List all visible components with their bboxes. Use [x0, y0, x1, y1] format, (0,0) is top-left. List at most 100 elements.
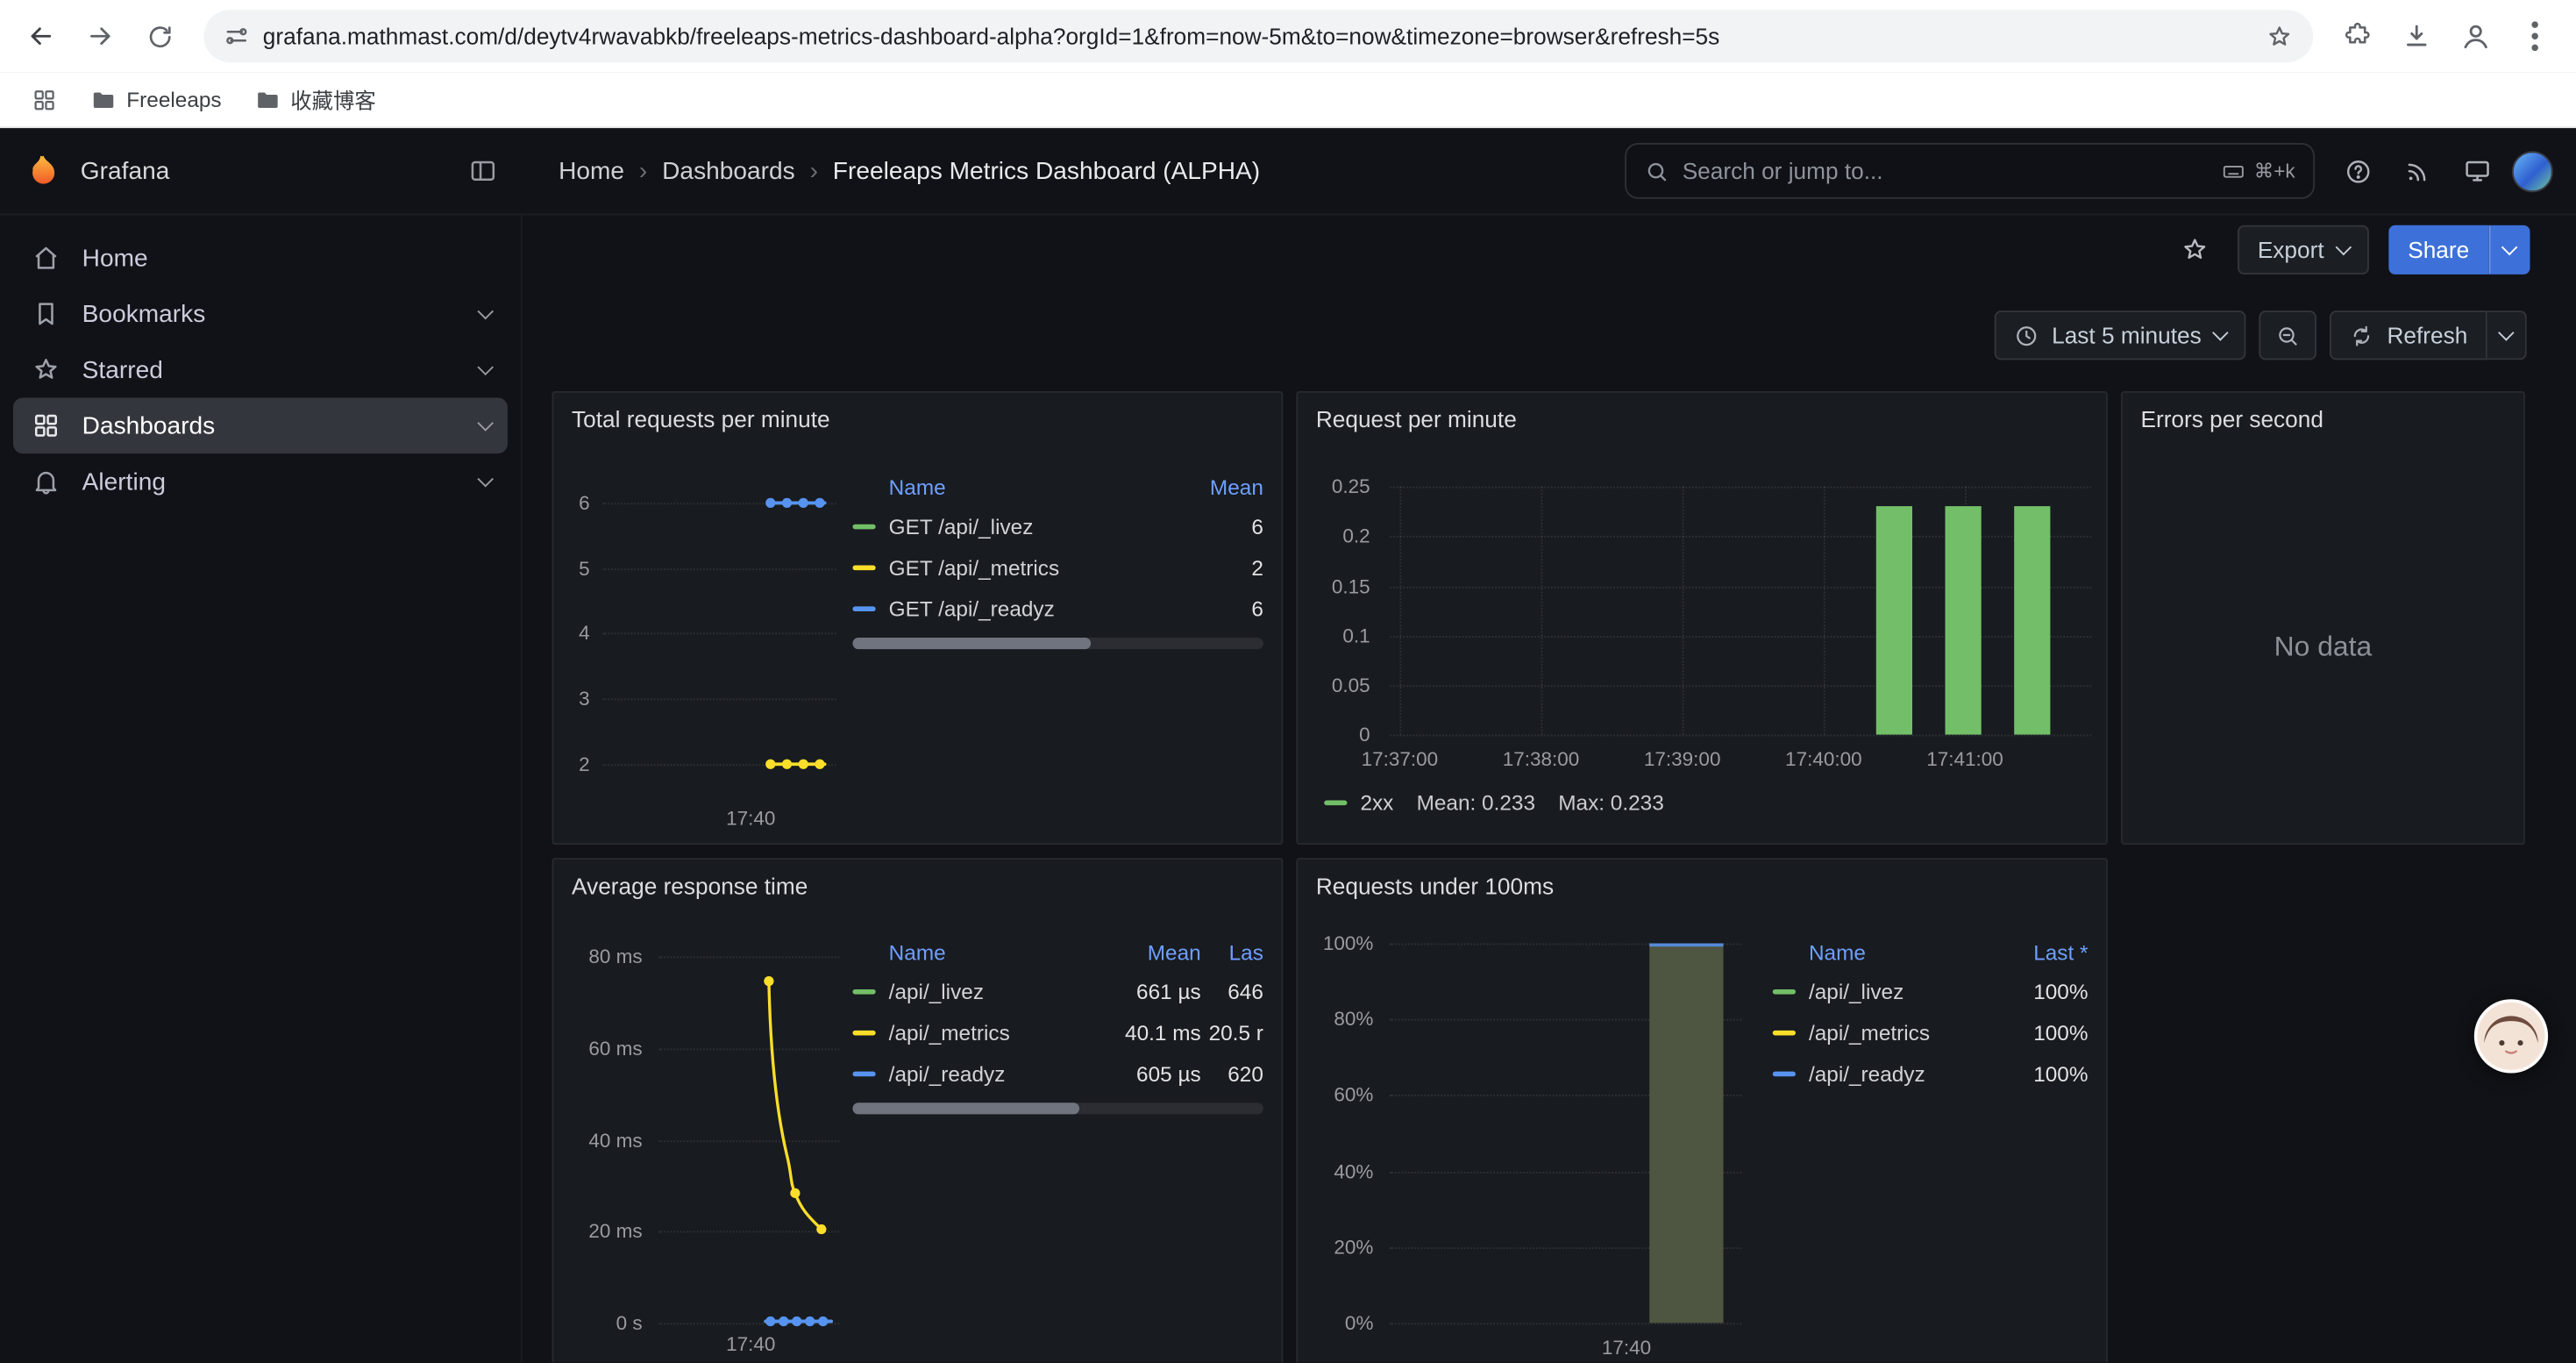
- gridline: [1390, 587, 2091, 589]
- search-shortcut: ⌘+k: [2221, 159, 2295, 183]
- bookmark-folder-blogs[interactable]: 收藏博客: [239, 77, 390, 122]
- legend-header-last[interactable]: Last *: [2006, 939, 2089, 964]
- sidebar-item-home[interactable]: Home: [13, 230, 508, 286]
- profile-button[interactable]: [2448, 8, 2504, 64]
- series-last: 100%: [2006, 1021, 2089, 1045]
- search-icon: [1645, 159, 1669, 183]
- grafana-brand-title: Grafana: [81, 157, 170, 185]
- share-dropdown-button[interactable]: [2489, 225, 2530, 275]
- bar-100-percent: [1649, 944, 1723, 1324]
- legend-scrollbar[interactable]: [852, 1103, 1263, 1114]
- breadcrumb-dashboards[interactable]: Dashboards: [662, 157, 795, 185]
- chevron-down-icon[interactable]: [477, 359, 494, 375]
- site-settings-icon[interactable]: [224, 23, 250, 49]
- gridline: [1390, 1323, 1741, 1324]
- bookmark-folder-freeleaps[interactable]: Freeleaps: [75, 80, 236, 119]
- downloads-button[interactable]: [2388, 8, 2444, 64]
- profile-icon: [2459, 19, 2492, 52]
- legend-row[interactable]: /api/_livez 661 µs 646: [852, 971, 1263, 1012]
- refresh-interval-dropdown[interactable]: [2487, 310, 2527, 360]
- series-color-swatch: [852, 606, 875, 611]
- refresh-button[interactable]: Refresh: [2330, 310, 2487, 360]
- grafana-app: Grafana Home Dashboards Freeleaps Metric…: [0, 128, 2576, 1362]
- legend-header-name[interactable]: Name: [1773, 939, 2006, 964]
- series-mean: 6: [1181, 596, 1263, 621]
- legend-header-name[interactable]: Name: [852, 475, 1181, 499]
- legend-row[interactable]: GET /api/_metrics 2: [852, 547, 1263, 589]
- extensions-button[interactable]: [2330, 8, 2386, 64]
- chevron-down-icon[interactable]: [477, 303, 494, 319]
- mega-menu-toggle-button[interactable]: [468, 156, 498, 186]
- gridline: [1541, 487, 1543, 735]
- legend-row[interactable]: GET /api/_readyz 6: [852, 589, 1263, 630]
- series-color-swatch: [1773, 1072, 1796, 1077]
- legend-header-mean[interactable]: Mean: [1181, 475, 1263, 499]
- legend-header-last[interactable]: Las: [1201, 939, 1263, 964]
- y-tick: 40%: [1307, 1160, 1373, 1183]
- browser-menu-button[interactable]: [2507, 8, 2563, 64]
- chevron-down-icon[interactable]: [477, 470, 494, 487]
- floating-assistant-avatar[interactable]: [2474, 999, 2548, 1073]
- chevron-down-icon[interactable]: [477, 414, 494, 431]
- sidebar-item-dashboards[interactable]: Dashboards: [13, 397, 508, 453]
- forward-button[interactable]: [72, 8, 128, 64]
- scrollbar-thumb[interactable]: [852, 1103, 1078, 1114]
- apps-shortcut-button[interactable]: [17, 80, 73, 119]
- share-button[interactable]: Share: [2388, 225, 2489, 275]
- series-color-swatch: [1773, 1031, 1796, 1036]
- panel-title: Errors per second: [2140, 406, 2323, 432]
- legend-row[interactable]: /api/_metrics 100%: [1773, 1012, 2089, 1053]
- scrollbar-thumb[interactable]: [852, 638, 1091, 649]
- series-mean: 2: [1181, 555, 1263, 580]
- dashboard-canvas: Export Share Last 5 minu: [523, 215, 2576, 1362]
- sidebar-item-alerting[interactable]: Alerting: [13, 453, 508, 510]
- panel-average-response-time[interactable]: Average response time 80 ms 60 ms 40 ms …: [552, 858, 1284, 1362]
- address-bar-container[interactable]: [203, 10, 2313, 62]
- no-data-message: No data: [2123, 632, 2523, 664]
- share-split-button: Share: [2388, 225, 2530, 275]
- legend-header-name[interactable]: Name: [852, 939, 1095, 964]
- legend-row[interactable]: /api/_readyz 605 µs 620: [852, 1053, 1263, 1095]
- panel-legend[interactable]: 2xx Mean: 0.233 Max: 0.233: [1324, 790, 1664, 815]
- series-color-swatch: [1773, 989, 1796, 995]
- legend-scrollbar[interactable]: [852, 638, 1263, 649]
- reload-button[interactable]: [132, 8, 188, 64]
- favorite-dashboard-button[interactable]: [2172, 227, 2217, 273]
- time-range-picker[interactable]: Last 5 minutes: [1995, 310, 2246, 360]
- display-tv-button[interactable]: [2452, 147, 2500, 195]
- panel-requests-under-100ms[interactable]: Requests under 100ms 100% 80% 60% 40% 20…: [1296, 858, 2108, 1362]
- export-button[interactable]: Export: [2238, 225, 2368, 275]
- panel-request-per-minute[interactable]: Request per minute 0.25 0.2 0.15 0.1 0.0…: [1296, 391, 2108, 845]
- news-rss-button[interactable]: [2394, 147, 2441, 195]
- breadcrumb-home[interactable]: Home: [559, 157, 624, 185]
- legend-row[interactable]: /api/_readyz 100%: [1773, 1053, 2089, 1095]
- panel-errors-per-second[interactable]: Errors per second No data: [2121, 391, 2525, 845]
- search-input[interactable]: [1683, 158, 2209, 184]
- download-icon: [2402, 21, 2431, 51]
- panel-total-requests-per-minute[interactable]: Total requests per minute 6 5 4 3 2: [552, 391, 1284, 845]
- bookmark-star-button[interactable]: [2266, 22, 2294, 50]
- metrics-response-curve: [658, 942, 839, 1337]
- sidebar-item-label: Starred: [82, 356, 163, 384]
- search-box[interactable]: ⌘+k: [1625, 143, 2315, 199]
- data-point: [805, 1317, 815, 1326]
- legend-row[interactable]: /api/_metrics 40.1 ms 20.5 r: [852, 1012, 1263, 1053]
- legend-row[interactable]: GET /api/_livez 6: [852, 506, 1263, 547]
- series-last: 100%: [2006, 1061, 2089, 1086]
- help-button[interactable]: [2335, 147, 2382, 195]
- back-button[interactable]: [13, 8, 69, 64]
- zoom-out-button[interactable]: [2259, 310, 2316, 360]
- sidebar-item-bookmarks[interactable]: Bookmarks: [13, 286, 508, 342]
- chevron-down-icon: [2335, 239, 2352, 255]
- address-bar[interactable]: [263, 23, 2252, 49]
- y-tick: 60%: [1307, 1083, 1373, 1106]
- legend-row[interactable]: /api/_livez 100%: [1773, 971, 2089, 1012]
- panel-legend: Name Mean Las /api/_livez 661 µs 646 /ap…: [852, 931, 1263, 1114]
- y-tick: 0.2: [1305, 525, 1370, 547]
- sidebar-item-starred[interactable]: Starred: [13, 342, 508, 398]
- y-tick: 2: [566, 753, 589, 775]
- gridline: [1399, 487, 1401, 735]
- x-tick: 17:41:00: [1907, 748, 2022, 771]
- user-avatar[interactable]: [2512, 150, 2553, 191]
- legend-header-mean[interactable]: Mean: [1096, 939, 1201, 964]
